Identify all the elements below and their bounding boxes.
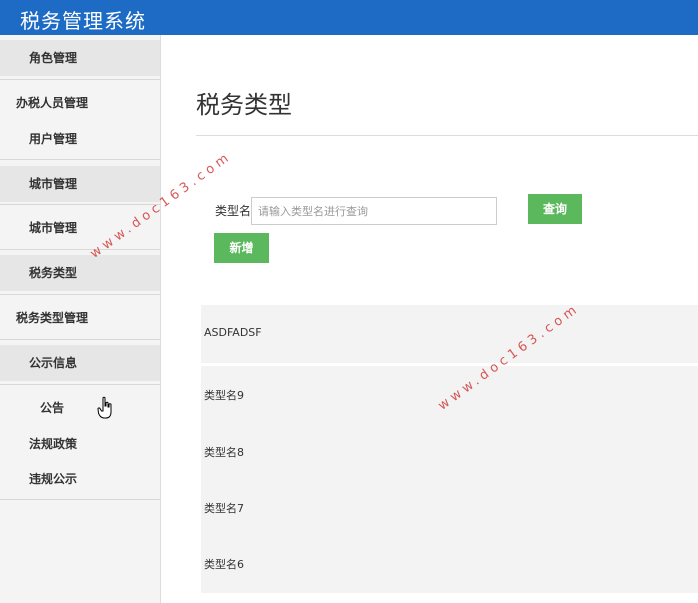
hand-pointer-icon [97,396,112,419]
sidebar-item-laws-policies[interactable]: 法规政策 [0,430,160,458]
sidebar-item-violation-notice[interactable]: 违规公示 [0,465,160,493]
row-type-name: 类型名9 [204,389,244,402]
sidebar-divider [0,339,160,340]
add-button[interactable]: 新增 [214,233,269,263]
sidebar-divider [0,159,160,160]
page-title: 税务类型 [196,91,292,119]
table-row[interactable]: 类型名8 [201,423,698,481]
app-title: 税务管理系统 [20,9,146,33]
sidebar-divider [0,294,160,295]
sidebar-item-public-info-group[interactable]: 公示信息 [0,345,160,381]
sidebar-item-tax-type-group[interactable]: 税务类型 [0,255,160,291]
sidebar-item-announcement[interactable]: 公告 [0,394,160,422]
sidebar-divider [0,79,160,80]
table-row[interactable]: 类型名6 [201,535,698,593]
type-name-search-input[interactable] [251,197,497,225]
title-divider [196,135,698,136]
sidebar-item-tax-type-management[interactable]: 税务类型管理 [0,304,160,332]
sidebar: 角色管理 办税人员管理 用户管理 城市管理 城市管理 税务类型 税务类型管理 公… [0,35,161,603]
row-type-name: 类型名6 [204,558,244,571]
query-button[interactable]: 查询 [528,194,582,224]
main-content: 税务类型 类型名 查询 新增 ASDFADSF 类型名9 类型名8 类型名7 类… [161,35,698,603]
type-name-label: 类型名 [215,204,252,218]
sidebar-divider [0,384,160,385]
sidebar-item-user-management[interactable]: 用户管理 [0,125,160,153]
table-row[interactable]: 类型名7 [201,479,698,537]
sidebar-item-tax-staff-management[interactable]: 办税人员管理 [0,89,160,117]
row-type-name: 类型名7 [204,502,244,515]
sidebar-item-role-management[interactable]: 角色管理 [0,40,160,76]
sidebar-divider [0,249,160,250]
row-type-name: 类型名8 [204,446,244,459]
sidebar-divider [0,204,160,205]
table-row[interactable]: ASDFADSF [201,305,698,363]
row-type-name: ASDFADSF [204,326,262,339]
sidebar-divider [0,499,160,500]
sidebar-item-city-management-group[interactable]: 城市管理 [0,166,160,202]
top-bar: 税务管理系统 [0,0,698,35]
